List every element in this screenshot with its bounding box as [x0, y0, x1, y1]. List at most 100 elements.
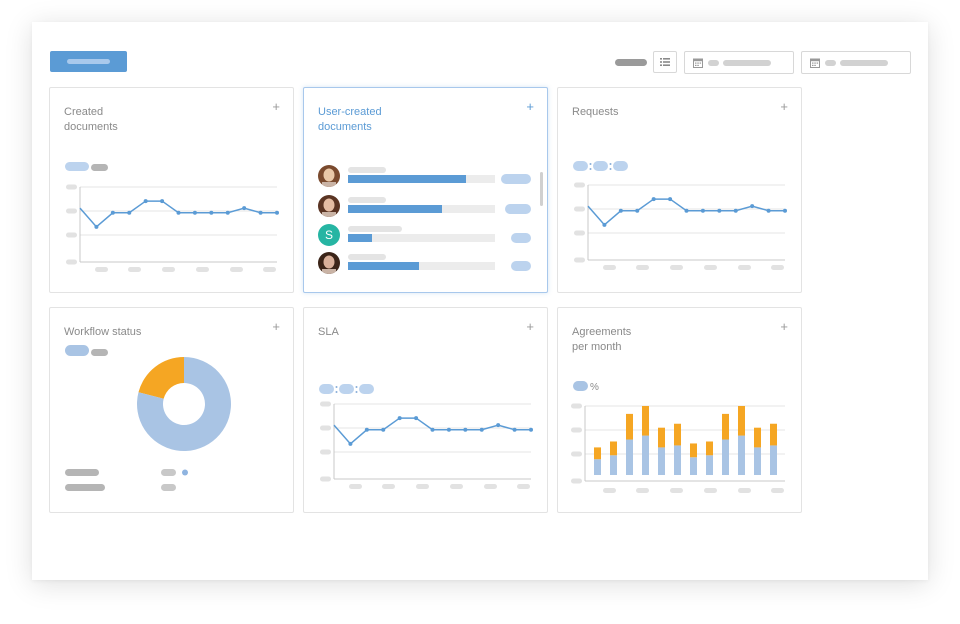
bar-segment-blue: [738, 435, 745, 475]
progress-fill: [348, 205, 443, 213]
data-point: [446, 427, 451, 432]
calendar-icon: [693, 58, 703, 68]
x-tick-label: [162, 267, 175, 272]
scrollbar[interactable]: [540, 172, 543, 206]
date-placeholder-bar: [723, 60, 771, 66]
card-agreements-per-month: Agreements per month + %: [557, 307, 802, 513]
x-tick-label: [636, 265, 649, 270]
x-tick-label: [603, 488, 616, 493]
calendar-icon: [810, 58, 820, 68]
user-name-placeholder: [348, 254, 386, 260]
x-tick-label: [416, 484, 429, 489]
data-point: [700, 208, 705, 213]
y-tick-label: [66, 232, 77, 238]
data-point: [479, 427, 484, 432]
card-requests: Requests +: [557, 87, 802, 293]
bar-segment-blue: [690, 457, 697, 475]
data-point: [364, 427, 369, 432]
bar-segment-orange: [642, 406, 649, 436]
card-user-created-documents: User-created documents + S: [303, 87, 548, 293]
data-point: [602, 222, 607, 227]
x-tick-label: [484, 484, 497, 489]
bar-segment-orange: [706, 441, 713, 456]
user-name-placeholder: [348, 167, 386, 173]
y-tick-label: [66, 208, 77, 214]
view-toggle[interactable]: [615, 59, 647, 66]
data-point: [143, 199, 148, 204]
data-point: [618, 208, 623, 213]
bar-segment-blue: [754, 447, 761, 475]
data-point: [348, 441, 353, 446]
progress-track: [348, 234, 495, 242]
legend-value-placeholder: [161, 484, 176, 491]
x-tick-label: [263, 267, 276, 272]
data-point: [668, 197, 673, 202]
legend-pill-blue: [573, 381, 588, 391]
donut-slice-orange: [138, 357, 184, 399]
bar-segment-blue: [674, 445, 681, 475]
data-point: [242, 206, 247, 211]
y-tick-label: [66, 184, 77, 190]
data-point: [192, 210, 197, 215]
x-tick-label: [636, 488, 649, 493]
line-chart: [319, 384, 533, 489]
x-tick-label: [382, 484, 395, 489]
bar-segment-blue: [594, 459, 601, 475]
list-view-button[interactable]: [653, 51, 677, 73]
primary-action-button[interactable]: [50, 51, 127, 72]
bar-segment-blue: [770, 445, 777, 475]
bar-segment-orange: [594, 447, 601, 460]
bar-segment-blue: [658, 447, 665, 475]
data-point: [275, 210, 279, 215]
bar-segment-blue: [610, 455, 617, 475]
user-avatar: [318, 195, 340, 217]
bar-segment-blue: [626, 439, 633, 475]
data-point: [717, 208, 722, 213]
data-point: [258, 210, 263, 215]
date-placeholder-dot: [708, 60, 719, 66]
user-name-placeholder: [348, 197, 386, 203]
line-chart: [573, 161, 787, 270]
legend-pill-blue: [65, 162, 89, 171]
date-to-field[interactable]: [801, 51, 911, 74]
bar-segment-orange: [674, 423, 681, 446]
x-tick-label: [349, 484, 362, 489]
y-tick-label: [320, 449, 331, 455]
bar-segment-orange: [738, 406, 745, 436]
y-tick-label: [574, 257, 585, 263]
bar-segment-orange: [610, 441, 617, 456]
data-point: [94, 224, 99, 229]
date-from-field[interactable]: [684, 51, 794, 74]
y-tick-label: [66, 259, 77, 265]
y-tick-label: [571, 427, 582, 433]
card-workflow-status: Workflow status +: [49, 307, 294, 513]
progress-track: [348, 205, 495, 213]
add-widget-button[interactable]: +: [526, 100, 534, 113]
legend-unit: %: [590, 382, 599, 393]
progress-fill: [348, 234, 372, 242]
y-tick-label: [574, 206, 585, 212]
bar-segment-blue: [706, 455, 713, 475]
bar-segment-orange: [658, 427, 665, 448]
progress-fill: [348, 262, 419, 270]
data-point: [529, 427, 533, 432]
user-avatar: [318, 165, 340, 187]
bar-segment-orange: [690, 443, 697, 458]
data-point: [733, 208, 738, 213]
x-tick-label: [128, 267, 141, 272]
date-placeholder-bar: [840, 60, 888, 66]
data-point: [496, 423, 501, 428]
y-tick-label: [320, 476, 331, 482]
progress-track: [348, 175, 495, 183]
x-tick-label: [95, 267, 108, 272]
bar-segment-blue: [722, 439, 729, 475]
x-tick-label: [771, 265, 784, 270]
legend-value-placeholder: [161, 469, 176, 476]
x-tick-label: [738, 265, 751, 270]
bar-segment-orange: [770, 423, 777, 446]
x-tick-label: [704, 265, 717, 270]
line-chart: [65, 162, 279, 272]
x-tick-label: [704, 488, 717, 493]
x-tick-label: [670, 265, 683, 270]
legend-label-placeholder: [65, 484, 105, 491]
